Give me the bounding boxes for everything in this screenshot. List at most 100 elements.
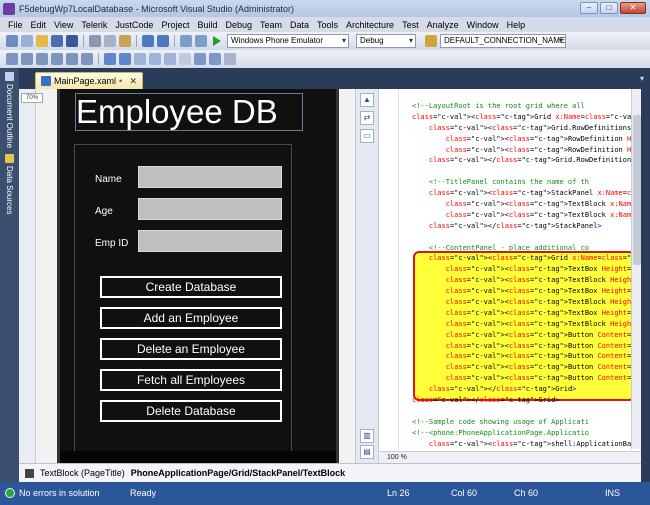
comment-icon[interactable] — [104, 53, 116, 65]
xaml-line[interactable]: class="c-val"><class="c-tag">TextBox Hei… — [412, 264, 632, 275]
xaml-line[interactable]: class="c-val"><class="c-tag">TextBlock x… — [412, 199, 632, 210]
connection-select[interactable]: DEFAULT_CONNECTION_NAME — [440, 34, 566, 48]
configuration-select[interactable]: Debug — [356, 34, 416, 48]
xaml-vertical-scrollbar[interactable] — [631, 89, 641, 449]
redo-icon[interactable] — [157, 35, 169, 47]
error-status[interactable]: No errors in solution — [19, 488, 100, 498]
xaml-line[interactable]: class="c-val"><class="c-tag">Button Cont… — [412, 351, 632, 362]
cut-icon[interactable] — [89, 35, 101, 47]
xaml-line[interactable]: class="c-val"><class="c-tag">TextBlock H… — [412, 275, 632, 286]
name-textbox[interactable] — [138, 166, 282, 188]
align-middle-icon[interactable] — [66, 53, 78, 65]
target-device-select[interactable]: Windows Phone Emulator — [227, 34, 349, 48]
xaml-line[interactable]: class="c-val"><class="c-tag">Grid.RowDef… — [412, 123, 632, 134]
xaml-line[interactable]: class="c-val"><class="c-tag">Button Cont… — [412, 362, 632, 373]
menu-build[interactable]: Build — [193, 20, 221, 30]
paste-icon[interactable] — [119, 35, 131, 47]
clear-bookmarks-icon[interactable] — [179, 53, 191, 65]
phone-preview[interactable]: Employee DB Name Age Emp ID Create Datab… — [57, 89, 339, 463]
xaml-line[interactable]: <!--<phone:PhoneApplicationPage.Applicat… — [412, 428, 632, 439]
align-center-icon[interactable] — [21, 53, 33, 65]
xaml-line[interactable]: class="c-val"></class="c-tag">StackPanel… — [412, 221, 632, 232]
xaml-line[interactable]: class="c-val"><class="c-tag">TextBlock H… — [412, 297, 632, 308]
delete-database-button[interactable]: Delete Database — [100, 400, 282, 422]
xaml-line[interactable]: class="c-val"><class="c-tag">TextBox Hei… — [412, 286, 632, 297]
bookmark-icon[interactable] — [134, 53, 146, 65]
new-project-icon[interactable] — [6, 35, 18, 47]
delete-employee-button[interactable]: Delete an Employee — [100, 338, 282, 360]
menu-team[interactable]: Team — [256, 20, 286, 30]
add-item-icon[interactable] — [21, 35, 33, 47]
breadcrumb-path[interactable]: PhoneApplicationPage/Grid/StackPanel/Tex… — [131, 468, 345, 478]
split-view-bar[interactable]: ▲ ⇄ ▭ ▥ ▤ — [355, 89, 379, 463]
xaml-line[interactable]: class="c-val"><class="c-tag">Grid x:Name… — [412, 112, 632, 123]
xaml-line[interactable]: class="c-val"><class="c-tag">TextBox Hei… — [412, 308, 632, 319]
scrollbar-thumb[interactable] — [633, 115, 641, 265]
menu-project[interactable]: Project — [157, 20, 193, 30]
navigate-icon[interactable] — [180, 35, 192, 47]
xaml-line[interactable]: class="c-val"><class="c-tag">StackPanel … — [412, 188, 632, 199]
xaml-line[interactable] — [412, 166, 632, 177]
xaml-line[interactable]: class="c-val"><class="c-tag">Button Cont… — [412, 341, 632, 352]
xaml-line[interactable]: <!--ContentPanel - place additional co — [412, 243, 632, 254]
open-folder-icon[interactable] — [36, 35, 48, 47]
xaml-zoom[interactable]: 100 % — [379, 451, 641, 463]
outdent-icon[interactable] — [209, 53, 221, 65]
close-button[interactable]: ✕ — [620, 2, 646, 14]
maximize-button[interactable]: □ — [600, 2, 618, 14]
up-arrow-icon[interactable]: ▲ — [360, 93, 374, 107]
previous-bookmark-icon[interactable] — [149, 53, 161, 65]
menu-view[interactable]: View — [50, 20, 77, 30]
xaml-line[interactable]: class="c-val"></class="c-tag">Grid.RowDe… — [412, 155, 632, 166]
swap-panes-icon[interactable]: ⇄ — [360, 111, 374, 125]
add-employee-button[interactable]: Add an Employee — [100, 307, 282, 329]
menu-edit[interactable]: Edit — [27, 20, 51, 30]
find-icon[interactable] — [425, 35, 437, 47]
content-panel[interactable]: Name Age Emp ID Create Database Add an E… — [74, 144, 292, 458]
collapse-pane-icon[interactable]: ▭ — [360, 129, 374, 143]
menu-tools[interactable]: Tools — [313, 20, 342, 30]
xaml-line[interactable]: class="c-val"><class="c-tag">RowDefiniti… — [412, 134, 632, 145]
xaml-line[interactable]: class="c-val"></class="c-tag">Grid> — [412, 384, 632, 395]
minimize-button[interactable]: – — [580, 2, 598, 14]
xaml-line[interactable]: class="c-val"></class="c-tag">Grid> — [412, 395, 632, 406]
xaml-line[interactable]: class="c-val"><class="c-tag">TextBlock x… — [412, 210, 632, 221]
tab-list-dropdown-icon[interactable]: ▾ — [640, 74, 644, 83]
designer-zoom[interactable]: 70% — [21, 93, 43, 103]
vertical-split-icon[interactable]: ▥ — [360, 429, 374, 443]
menu-debug[interactable]: Debug — [221, 20, 256, 30]
align-right-icon[interactable] — [36, 53, 48, 65]
menu-test[interactable]: Test — [398, 20, 423, 30]
xaml-line[interactable]: class="c-val"><class="c-tag">Button Cont… — [412, 373, 632, 384]
xaml-line[interactable]: <!--TitlePanel contains the name of th — [412, 177, 632, 188]
align-left-icon[interactable] — [6, 53, 18, 65]
navigate-forward-icon[interactable] — [195, 35, 207, 47]
indent-icon[interactable] — [194, 53, 206, 65]
fetch-employees-button[interactable]: Fetch all Employees — [100, 369, 282, 391]
xaml-code-lines[interactable]: <!--LayoutRoot is the root grid where al… — [412, 101, 632, 450]
xaml-line[interactable]: class="c-val"><class="c-tag">shell:Appli… — [412, 439, 632, 450]
emp-id-textbox[interactable] — [138, 230, 282, 252]
xaml-line[interactable]: class="c-val"><class="c-tag">Grid x:Name… — [412, 253, 632, 264]
xaml-line[interactable]: <!--Sample code showing usage of Applica… — [412, 417, 632, 428]
horizontal-split-icon[interactable]: ▤ — [360, 445, 374, 459]
copy-icon[interactable] — [104, 35, 116, 47]
breadcrumb-element[interactable]: TextBlock (PageTitle) — [40, 468, 125, 478]
align-top-icon[interactable] — [51, 53, 63, 65]
close-tab-icon[interactable]: ✕ — [129, 76, 137, 87]
xaml-line[interactable]: class="c-val"><class="c-tag">Button Cont… — [412, 330, 632, 341]
xaml-line[interactable]: class="c-val"><class="c-tag">RowDefiniti… — [412, 145, 632, 156]
undo-icon[interactable] — [142, 35, 154, 47]
save-all-icon[interactable] — [66, 35, 78, 47]
create-database-button[interactable]: Create Database — [100, 276, 282, 298]
menu-architecture[interactable]: Architecture — [342, 20, 398, 30]
menu-analyze[interactable]: Analyze — [423, 20, 463, 30]
xaml-editor[interactable]: <!--LayoutRoot is the root grid where al… — [379, 89, 641, 463]
document-outline-tab[interactable]: Document Outline — [2, 72, 17, 148]
save-icon[interactable] — [51, 35, 63, 47]
menu-justcode[interactable]: JustCode — [111, 20, 157, 30]
next-bookmark-icon[interactable] — [164, 53, 176, 65]
age-textbox[interactable] — [138, 198, 282, 220]
toolbar-options-icon[interactable] — [224, 53, 236, 65]
xaml-line[interactable] — [412, 406, 632, 417]
